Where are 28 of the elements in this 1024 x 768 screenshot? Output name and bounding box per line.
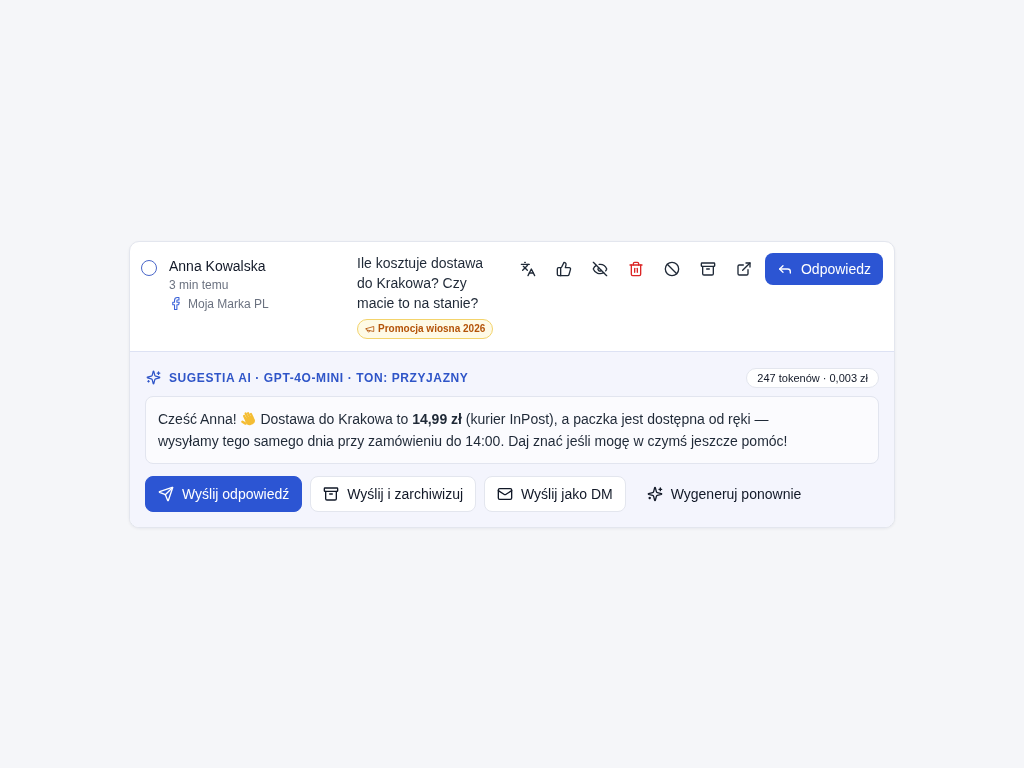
f-logo-icon	[172, 297, 180, 310]
reply-button[interactable]: Odpowiedz	[764, 252, 883, 285]
send-button[interactable]: Wyślij odpowiedź	[145, 475, 303, 512]
send-icon	[158, 485, 174, 502]
token-usage: 247 tokenów · 0,003 zł	[746, 367, 879, 388]
timestamp: 3 min temu	[169, 276, 230, 293]
eye-off-icon[interactable]	[591, 260, 608, 277]
sparkles-icon	[646, 485, 663, 502]
translate-icon[interactable]	[519, 260, 536, 277]
regenerate-button[interactable]: Wygeneruj ponownie	[633, 475, 815, 512]
message-text: Ile kosztuje dostawa do Krakowa? Czy macie to na stanie?	[357, 253, 485, 313]
megaphone-icon	[365, 323, 375, 334]
tag-label: Promocja wiosna 2026	[378, 322, 486, 335]
external-link-icon[interactable]	[735, 260, 752, 277]
ban-icon[interactable]	[663, 260, 680, 277]
suggestion-header: SUGESTIA AI · GPT-4O-MINI · TON: PRZYJAZNY	[169, 370, 469, 385]
trash-icon[interactable]	[627, 260, 644, 277]
suggestion-text: Cześć Anna! Dostawa do Krakowa to 14,99 zł (kurier InPost), a paczka jest dostępna od ręki — wysyłamy tego samego dnia przy zamówieniu do 14:00. Daj znać jeśli mogę w czymś jeszcze pomóc!	[158, 409, 789, 451]
envelope-icon	[497, 485, 514, 502]
author-name: Anna Kowalska	[169, 256, 267, 276]
waving-hand-icon	[240, 410, 257, 427]
sparkles-icon	[146, 370, 161, 385]
page-name: Moja Marka PL	[188, 295, 269, 312]
archive-box-icon[interactable]	[699, 260, 716, 277]
archive-box-icon	[323, 485, 340, 502]
thumbs-up-icon[interactable]	[555, 260, 572, 277]
action-button[interactable]: Wyślij i zarchiwizuj	[310, 475, 477, 512]
action-button[interactable]: Wyślij jako DM	[484, 475, 626, 512]
